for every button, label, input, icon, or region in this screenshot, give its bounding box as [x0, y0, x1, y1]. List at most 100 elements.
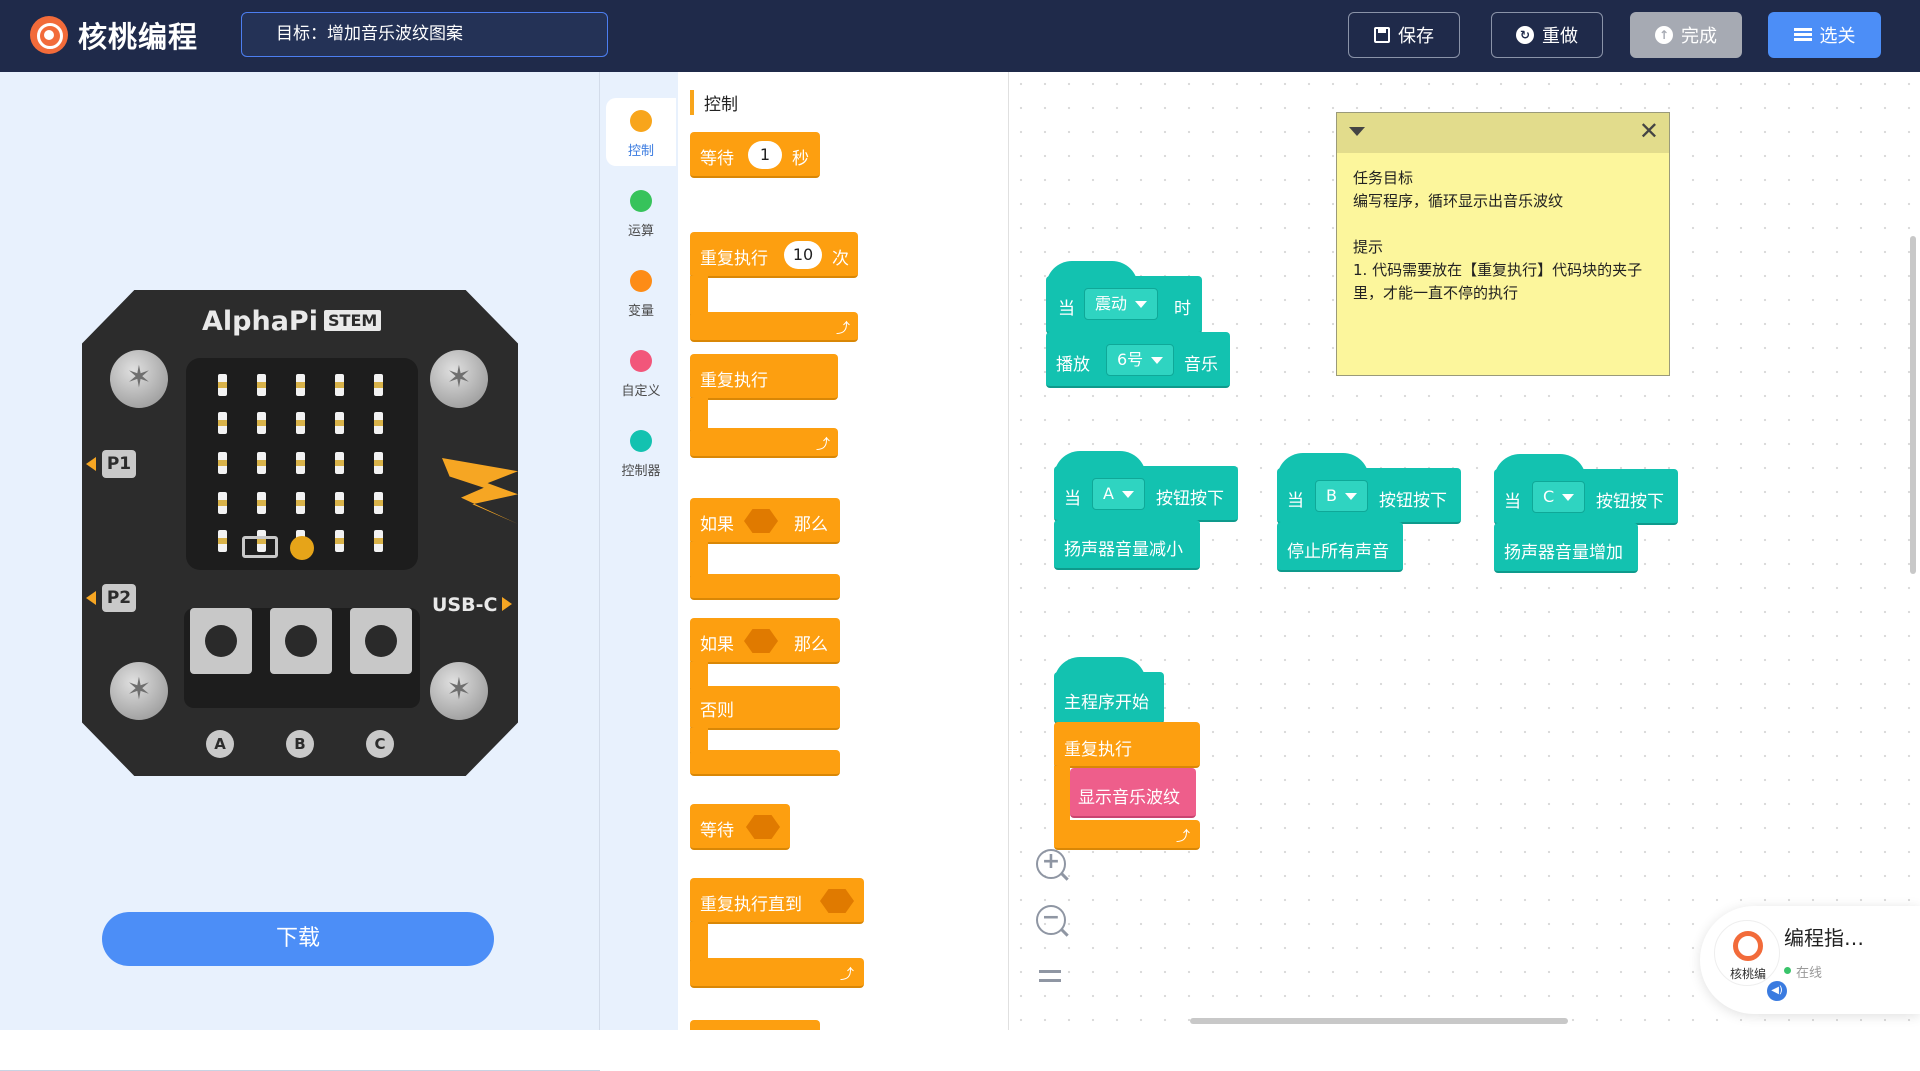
block-arm: [690, 398, 708, 432]
zoom-in-icon[interactable]: +: [1036, 849, 1066, 879]
chevron-down-icon: [1344, 493, 1357, 500]
button-c-event-block[interactable]: 当 C 按钮按下: [1494, 469, 1678, 525]
horizontal-scrollbar[interactable]: [1190, 1018, 1568, 1024]
button-a-dropdown[interactable]: A: [1092, 478, 1145, 510]
category-custom[interactable]: 自定义: [606, 338, 676, 406]
block-palette: 控制 等待 1 秒 重复执行 10 次 ⤴ 重复执行 ⤴ 如果 那么 如果 那么…: [678, 72, 1009, 1030]
stop-sounds-block[interactable]: 停止所有声音: [1277, 522, 1403, 572]
volume-up-block[interactable]: 扬声器音量增加: [1494, 523, 1638, 573]
main-forever-block[interactable]: 重复执行: [1054, 722, 1200, 768]
alphapi-board: AlphaPi STEM ✶ ✶ ✶ ✶ P1 P2 USB-C A B C: [82, 290, 518, 776]
forever-block[interactable]: 重复执行: [690, 354, 838, 400]
note-line: 任务目标: [1353, 169, 1414, 187]
pin1-label: P1: [102, 450, 136, 478]
done-button[interactable]: ↑ 完成: [1630, 12, 1742, 58]
note-body: 任务目标 编写程序，循环显示出音乐波纹 提示 1. 代码需要放在【重复执行】代码…: [1337, 153, 1669, 319]
button-a-event-block[interactable]: 当 A 按钮按下: [1054, 466, 1238, 522]
button-b-dropdown[interactable]: B: [1315, 480, 1368, 512]
if-else-block[interactable]: 如果 那么: [690, 618, 840, 664]
led: [296, 452, 305, 474]
led: [374, 452, 383, 474]
list-icon: [1793, 28, 1812, 42]
condition-slot[interactable]: [744, 509, 778, 533]
category-label: 运算: [627, 224, 654, 239]
board-title: AlphaPi: [202, 306, 318, 337]
collapse-icon[interactable]: [1349, 127, 1365, 136]
condition-slot[interactable]: [746, 815, 780, 839]
button-c-label: C: [366, 730, 394, 758]
levels-button[interactable]: 选关: [1768, 12, 1881, 58]
loop-arrow-icon: ⤴: [816, 437, 830, 453]
main-start-block[interactable]: 主程序开始: [1054, 672, 1164, 724]
led: [374, 530, 383, 552]
hardware-button-b[interactable]: [270, 608, 332, 674]
led: [257, 412, 266, 434]
assistant-avatar: 核桃编 ◀): [1714, 920, 1787, 1001]
wait-until-block[interactable]: 等待: [690, 804, 790, 850]
category-variables[interactable]: 变量: [606, 258, 676, 326]
repeat-times-input[interactable]: 10: [784, 241, 822, 269]
loop-arrow-icon: ⤴: [1176, 829, 1190, 845]
led: [296, 374, 305, 396]
palette-title: 控制: [690, 90, 738, 115]
buzzer-icon: [290, 536, 314, 560]
note-line: [1353, 213, 1653, 236]
goal-banner: 目标：增加音乐波纹图案: [241, 12, 608, 57]
led: [257, 374, 266, 396]
walnut-logo-icon: [1733, 931, 1763, 961]
button-c-dropdown[interactable]: C: [1532, 481, 1586, 513]
category-operators[interactable]: 运算: [606, 178, 676, 246]
zoom-out-icon[interactable]: −: [1036, 905, 1066, 935]
operators-dot-icon: [630, 190, 652, 212]
category-control[interactable]: 控制: [606, 98, 676, 166]
levels-label: 选关: [1819, 26, 1856, 47]
task-note[interactable]: ✕ 任务目标 编写程序，循环显示出音乐波纹 提示 1. 代码需要放在【重复执行】…: [1336, 112, 1670, 376]
redo-button[interactable]: ↻ 重做: [1491, 12, 1603, 58]
redo-label: 重做: [1542, 26, 1578, 47]
block-arm: [690, 542, 708, 578]
close-icon[interactable]: ✕: [1639, 117, 1659, 145]
assistant-widget[interactable]: 核桃编 ◀) 编程指… 在线: [1700, 906, 1920, 1014]
if-else-footer: [690, 750, 840, 776]
led: [335, 412, 344, 434]
next-block-partial[interactable]: [690, 1020, 820, 1030]
online-dot: [1784, 967, 1791, 974]
repeat-until-footer: ⤴: [690, 958, 864, 988]
if-then-block[interactable]: 如果 那么: [690, 498, 840, 544]
button-b-event-block[interactable]: 当 B 按钮按下: [1277, 468, 1461, 524]
led: [218, 412, 227, 434]
volume-down-block[interactable]: 扬声器音量减小: [1054, 520, 1200, 570]
menu-icon[interactable]: [1039, 970, 1061, 984]
shake-event-dropdown[interactable]: 震动: [1084, 288, 1159, 320]
chevron-down-icon: [1121, 491, 1134, 498]
condition-slot[interactable]: [820, 889, 854, 913]
control-dot-icon: [630, 110, 652, 132]
repeat-times-block[interactable]: 重复执行 10 次: [690, 232, 858, 278]
shake-event-block[interactable]: 当 震动 时: [1046, 276, 1202, 334]
play-music-block[interactable]: 播放 6号 音乐: [1046, 332, 1230, 388]
redo-icon: ↻: [1516, 26, 1534, 44]
assistant-status: 在线: [1796, 966, 1823, 981]
download-button[interactable]: 下载: [102, 912, 494, 966]
button-b-label: B: [286, 730, 314, 758]
usb-arrow-icon: [502, 597, 512, 611]
save-label: 保存: [1398, 26, 1434, 47]
category-sidebar: 控制 运算 变量 自定义 控制器: [600, 72, 678, 1030]
variables-dot-icon: [630, 270, 652, 292]
category-controller[interactable]: 控制器: [606, 418, 676, 486]
condition-slot[interactable]: [744, 629, 778, 653]
vertical-scrollbar[interactable]: [1910, 236, 1916, 574]
music-dropdown[interactable]: 6号: [1106, 344, 1175, 376]
repeat-until-block[interactable]: 重复执行直到: [690, 878, 864, 924]
wait-seconds-input[interactable]: 1: [748, 141, 782, 169]
save-button[interactable]: 保存: [1348, 12, 1460, 58]
block-arm: [690, 922, 708, 962]
hardware-button-a[interactable]: [190, 608, 252, 674]
hardware-button-c[interactable]: [350, 608, 412, 674]
show-music-wave-block[interactable]: 显示音乐波纹: [1070, 768, 1196, 818]
led: [257, 452, 266, 474]
wait-seconds-block[interactable]: 等待 1 秒: [690, 132, 820, 178]
led: [335, 492, 344, 514]
led: [374, 374, 383, 396]
led: [374, 492, 383, 514]
